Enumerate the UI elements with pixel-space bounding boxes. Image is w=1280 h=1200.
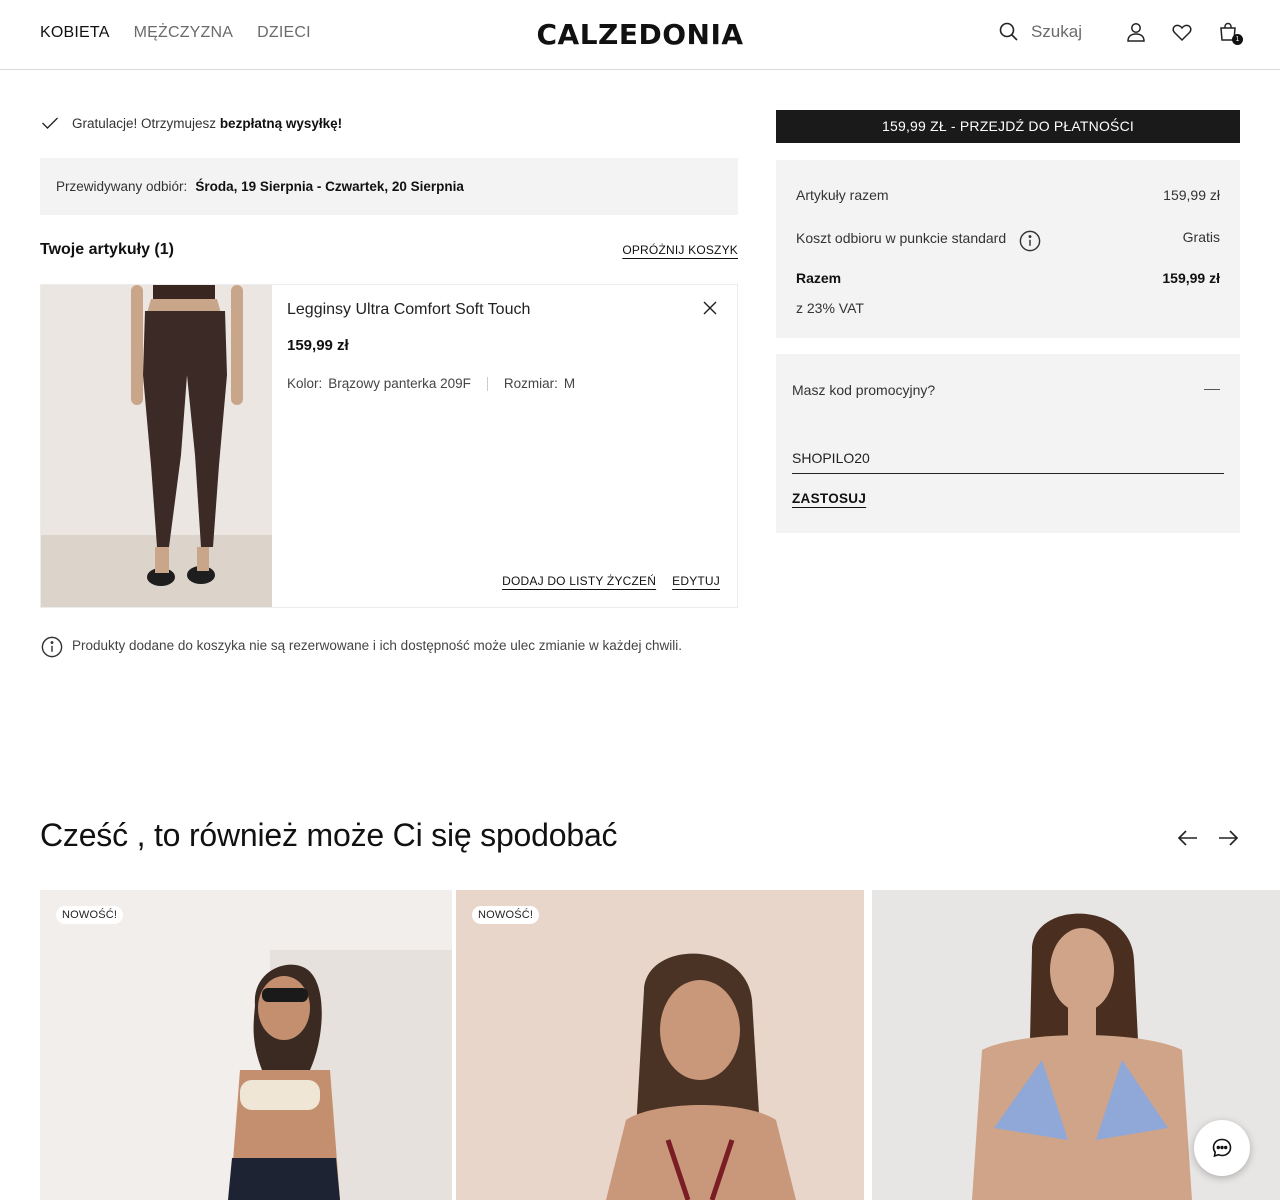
account-icon[interactable]	[1124, 20, 1148, 44]
disclaimer-text: Produkty dodane do koszyka nie są rezerw…	[72, 637, 683, 653]
apply-promo-button[interactable]: ZASTOSUJ	[792, 491, 866, 506]
chat-button[interactable]	[1194, 1120, 1250, 1176]
product-attributes: Kolor: Brązowy panterka 209F Rozmiar: M	[287, 376, 575, 391]
search-placeholder: Szukaj	[1030, 22, 1082, 41]
product-tile[interactable]: NOWOŚĆ!	[40, 890, 452, 1200]
product-photo	[456, 890, 864, 1200]
edit-item-link[interactable]: EDYTUJ	[672, 574, 720, 588]
item-actions: DODAJ DO LISTY ŻYCZEŃ EDYTUJ	[502, 574, 720, 588]
cart-item-card: Legginsy Ultra Comfort Soft Touch 159,99…	[40, 284, 738, 608]
carousel-controls	[1176, 826, 1240, 850]
checkout-button[interactable]: 159,99 ZŁ - PRZEJDŹ DO PŁATNOŚCI	[776, 110, 1240, 143]
product-tile[interactable]: NOWOŚĆ!	[456, 890, 864, 1200]
chat-bubble-icon	[1210, 1136, 1234, 1160]
vat-note: z 23% VAT	[796, 300, 864, 316]
product-price: 159,99 zł	[287, 337, 349, 354]
product-photo	[40, 890, 452, 1200]
add-to-wishlist-link[interactable]: DODAJ DO LISTY ŻYCZEŃ	[502, 574, 656, 588]
color-label: Kolor:	[287, 376, 323, 391]
product-image[interactable]	[41, 285, 272, 607]
items-total-label: Artykuły razem	[796, 187, 889, 203]
availability-disclaimer: Produkty dodane do koszyka nie są rezerw…	[40, 635, 683, 658]
total-label: Razem	[796, 270, 842, 286]
shipping-label: Koszt odbioru w punkcie standard	[796, 230, 1007, 246]
congrats-text: Gratulacje! Otrzymujesz	[72, 115, 217, 131]
arrow-right-icon[interactable]	[1216, 826, 1240, 850]
wishlist-heart-icon[interactable]	[1170, 20, 1194, 44]
search-icon	[997, 20, 1021, 44]
recommendations-title: Cześć , to również może Ci się spodobać	[40, 817, 618, 853]
product-name[interactable]: Legginsy Ultra Comfort Soft Touch	[287, 301, 530, 319]
shipping-value: Gratis	[1182, 229, 1220, 245]
header-actions: Szukaj 1	[997, 20, 1243, 45]
pickup-estimate-box: Przewidywany odbiór: Środa, 19 Sierpnia …	[40, 158, 738, 215]
empty-cart-link[interactable]: OPRÓŻNIJ KOSZYK	[622, 243, 738, 257]
total-value: 159,99 zł	[1162, 270, 1220, 286]
remove-item-close-icon[interactable]	[701, 299, 719, 317]
new-badge: NOWOŚĆ!	[56, 906, 124, 924]
checkmark-icon	[40, 113, 60, 133]
new-badge: NOWOŚĆ!	[472, 906, 540, 924]
arrow-left-icon[interactable]	[1176, 826, 1200, 850]
shipping-info-icon[interactable]	[1018, 229, 1041, 252]
items-total-value: 159,99 zł	[1163, 187, 1220, 203]
free-shipping-notice: Gratulacje! Otrzymujesz bezpłatną wysyłk…	[40, 113, 342, 133]
cart-items-title: Twoje artykuły (1)	[40, 241, 174, 258]
pickup-dates: Środa, 19 Sierpnia - Czwartek, 20 Sierpn…	[195, 179, 464, 194]
bag-count-badge: 1	[1232, 34, 1243, 45]
pickup-label: Przewidywany odbiór:	[56, 179, 188, 194]
site-header: KOBIETA MĘŻCZYZNA DZIECI CALZEDONIA Szuk…	[0, 0, 1280, 70]
search-box[interactable]: Szukaj	[997, 20, 1082, 44]
order-summary: Artykuły razem 159,99 zł Koszt odbioru w…	[776, 160, 1240, 338]
size-value: M	[563, 376, 576, 391]
promo-title[interactable]: Masz kod promocyjny?	[792, 382, 935, 398]
summary-row-shipping: Koszt odbioru w punkcie standard Gratis	[796, 229, 1220, 252]
attribute-divider	[486, 376, 488, 391]
summary-row-total: Razem 159,99 zł	[796, 270, 1220, 286]
size-label: Rozmiar:	[503, 376, 558, 391]
collapse-minus-icon[interactable]	[1204, 389, 1220, 390]
shopping-bag-icon[interactable]: 1	[1216, 20, 1243, 45]
info-icon	[40, 635, 63, 658]
promo-code-input[interactable]	[792, 442, 1224, 474]
color-value: Brązowy panterka 209F	[328, 376, 471, 391]
congrats-bold-text: bezpłatną wysyłkę!	[219, 115, 343, 131]
summary-row-items: Artykuły razem 159,99 zł	[796, 187, 1220, 203]
promo-code-panel: Masz kod promocyjny? ZASTOSUJ	[776, 354, 1240, 533]
